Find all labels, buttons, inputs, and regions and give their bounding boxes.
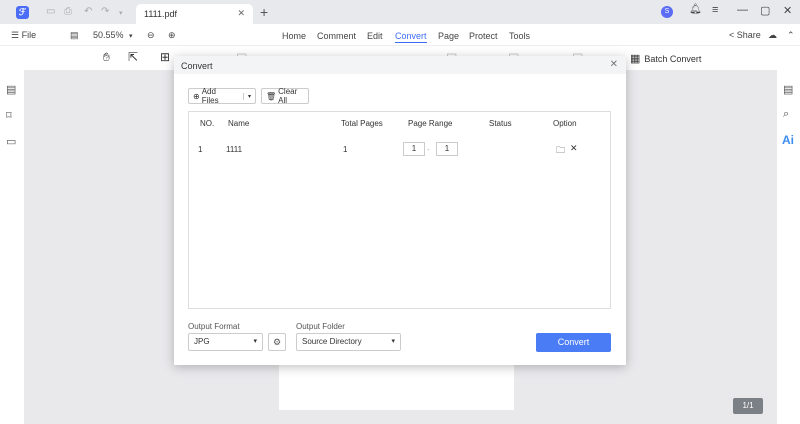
dialog-title: Convert <box>181 61 213 71</box>
column-header: NO. <box>200 119 215 128</box>
properties-icon[interactable]: ▤ <box>783 83 793 96</box>
cloud-icon[interactable]: ☁ <box>768 30 777 41</box>
batch-convert-button[interactable]: ▦ Batch Convert <box>630 52 701 65</box>
chevron-down-icon[interactable]: ▾ <box>242 92 251 100</box>
chevron-down-icon: ▾ <box>391 338 395 345</box>
select-tool-icon[interactable]: ⇱ <box>128 50 138 64</box>
file-menu[interactable]: ☰ File <box>11 30 36 41</box>
share-button[interactable]: < Share <box>729 30 761 40</box>
convert-tool-icon[interactable]: ⊞ <box>160 50 170 64</box>
zoom-dropdown-icon[interactable]: ▾ <box>129 32 133 40</box>
tab-comment[interactable]: Comment <box>317 31 356 41</box>
collapse-ribbon-icon[interactable]: ⌃ <box>787 30 795 41</box>
tab-convert[interactable]: Convert <box>395 31 427 43</box>
tab-tools[interactable]: Tools <box>509 31 530 41</box>
range-from-input[interactable]: 1 <box>403 142 425 156</box>
tab-close-icon[interactable]: ✕ <box>237 8 245 19</box>
column-header: Total Pages <box>341 119 383 128</box>
dialog-header: Convert ✕ <box>174 56 626 74</box>
convert-button[interactable]: Convert <box>536 333 611 352</box>
hamburger-icon: ☰ <box>11 30 20 40</box>
total-pages: 1 <box>343 145 348 154</box>
tab-title: 1111.pdf <box>144 9 178 19</box>
column-header: Page Range <box>408 119 453 128</box>
chevron-down-icon: ▾ <box>253 338 257 345</box>
format-settings-button[interactable]: ⚙ <box>268 333 286 351</box>
page-view-icon[interactable]: ▤ <box>70 30 79 41</box>
thumbnail-icon[interactable]: ▤ <box>6 83 16 96</box>
right-sidebar: ▤ ⌕ Ai <box>777 70 800 424</box>
comment-icon[interactable]: ▭ <box>6 135 16 148</box>
zoom-out-icon[interactable]: ⊖ <box>147 30 155 41</box>
convert-dialog: Convert ✕ ⊕ Add Files ▾ 🗑︎ Clear All NO.… <box>174 56 626 365</box>
page-counter: 1/1 <box>733 398 763 414</box>
range-to-input[interactable]: 1 <box>436 142 458 156</box>
clear-all-button[interactable]: 🗑︎ Clear All <box>261 87 309 105</box>
batch-convert-icon: ▦ <box>630 53 641 65</box>
notification-bell-icon[interactable]: 🔔︎ <box>689 4 702 15</box>
zoom-value[interactable]: 50.55% <box>93 30 124 40</box>
row-number: 1 <box>198 145 203 154</box>
tab-edit[interactable]: Edit <box>367 31 383 41</box>
column-header: Status <box>489 119 512 128</box>
add-files-button[interactable]: ⊕ Add Files ▾ <box>188 87 256 105</box>
close-window-icon[interactable]: ✕ <box>783 4 792 17</box>
close-icon[interactable]: ✕ <box>610 59 618 70</box>
ai-assistant-icon[interactable]: Ai <box>782 133 794 147</box>
trash-icon: 🗑︎ <box>266 91 277 101</box>
maximize-icon[interactable]: ▢ <box>760 4 770 17</box>
column-header: Name <box>228 119 250 128</box>
files-table: NO. Name Total Pages Page Range Status O… <box>188 111 611 309</box>
output-folder-select[interactable]: Source Directory ▾ <box>296 333 401 351</box>
zoom-in-icon[interactable]: ⊕ <box>168 30 176 41</box>
file-name: 1111 <box>226 145 243 154</box>
clear-all-label: Clear All <box>278 87 298 105</box>
quick-access-dropdown-icon[interactable]: ▾ <box>119 8 123 20</box>
output-format-label: Output Format <box>188 322 240 331</box>
redo-icon[interactable]: ↷ <box>101 6 109 18</box>
undo-icon[interactable]: ↶ <box>84 6 92 18</box>
gear-icon: ⚙ <box>272 337 282 347</box>
bookmark-icon[interactable]: ⌑ <box>6 109 12 122</box>
avatar[interactable]: S <box>661 6 673 18</box>
range-separator: - <box>427 145 430 154</box>
add-icon: ⊕ <box>193 91 200 101</box>
document-page <box>279 365 514 410</box>
document-tab[interactable]: 1111.pdf ✕ <box>136 4 253 24</box>
tab-home[interactable]: Home <box>282 31 306 41</box>
menu-bar: ☰ File ▤ 50.55% ▾ ⊖ ⊕ Home Comment Edit … <box>0 24 800 46</box>
share-icon: < <box>729 30 735 40</box>
minimize-icon[interactable]: — <box>737 4 748 16</box>
save-icon[interactable]: ▭ <box>46 6 55 18</box>
output-folder-value: Source Directory <box>302 337 362 346</box>
add-files-label: Add Files <box>201 87 219 105</box>
left-sidebar: ▤ ⌑ ▭ <box>0 70 24 424</box>
share-label: Share <box>736 30 761 40</box>
app-logo-icon: ℱ <box>16 6 29 19</box>
new-tab-icon[interactable]: + <box>260 4 268 20</box>
search-icon[interactable]: ⌕ <box>783 108 789 121</box>
batch-convert-label: Batch Convert <box>644 53 702 64</box>
output-format-value: JPG <box>194 337 210 346</box>
folder-icon[interactable]: 🗀 <box>556 143 565 159</box>
file-menu-label: File <box>21 30 37 40</box>
output-format-select[interactable]: JPG ▾ <box>188 333 263 351</box>
title-bar: ℱ ▭ ⎙ ↶ ↷ ▾ 1111.pdf ✕ + S 🔔︎ ≡ — ▢ ✕ <box>0 0 800 24</box>
remove-icon[interactable]: ✕ <box>570 143 578 154</box>
tab-protect[interactable]: Protect <box>469 31 498 41</box>
menu-icon[interactable]: ≡ <box>712 4 718 16</box>
output-folder-label: Output Folder <box>296 322 345 331</box>
print-icon[interactable]: ⎙ <box>64 6 72 18</box>
column-header: Option <box>553 119 577 128</box>
hand-tool-icon[interactable]: ✋︎ <box>103 50 110 65</box>
tab-page[interactable]: Page <box>438 31 459 41</box>
